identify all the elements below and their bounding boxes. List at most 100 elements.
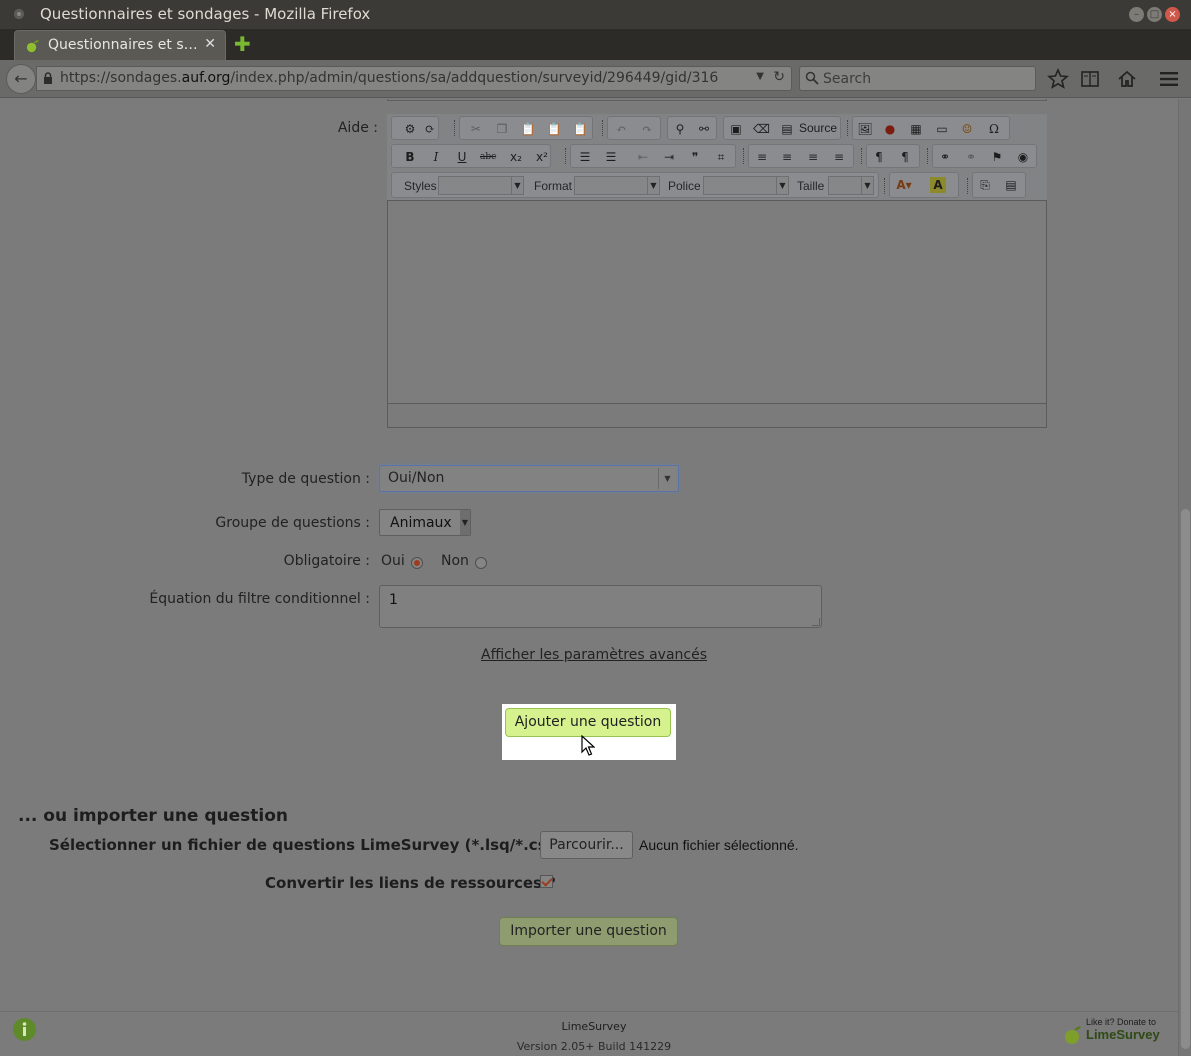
convert-links-checkbox[interactable] bbox=[540, 875, 553, 888]
search-bar[interactable] bbox=[799, 66, 1036, 91]
toolbar-separator bbox=[847, 120, 849, 136]
import-question-button[interactable]: Importer une question bbox=[499, 917, 678, 946]
styles-combo[interactable]: ▼ bbox=[438, 176, 524, 195]
toolbar-group-basicstyles: B I U abc x₂ x² bbox=[391, 144, 551, 168]
browse-button[interactable]: Parcourir... bbox=[540, 831, 633, 859]
paste-word-icon[interactable]: 📋 bbox=[572, 121, 588, 137]
url-history-dropdown-icon[interactable]: ▼ bbox=[756, 71, 764, 82]
globe-icon[interactable]: ◉ bbox=[1015, 149, 1031, 165]
bookmark-star-icon[interactable] bbox=[1047, 68, 1069, 90]
bulleted-list-icon[interactable]: ☰ bbox=[603, 149, 619, 165]
toolbar-group-undo: ↶ ↷ bbox=[607, 116, 661, 140]
minimize-button[interactable]: – bbox=[1129, 7, 1144, 22]
paste-text-icon[interactable]: 📋 bbox=[546, 121, 562, 137]
find-icon[interactable]: ⚲ bbox=[672, 121, 688, 137]
mandatory-no-label: Non bbox=[441, 553, 469, 569]
ltr-icon[interactable]: ¶ bbox=[871, 149, 887, 165]
text-color-icon[interactable]: A▾ bbox=[896, 177, 912, 193]
font-combo[interactable]: ▼ bbox=[703, 176, 789, 195]
resize-grip-icon[interactable] bbox=[812, 618, 820, 626]
chevron-down-icon: ▼ bbox=[511, 177, 523, 194]
advanced-settings-link[interactable]: Afficher les paramètres avancés bbox=[481, 647, 707, 663]
blockquote-icon[interactable]: ❞ bbox=[687, 149, 703, 165]
toolbar-separator bbox=[565, 148, 567, 164]
toolbar-group-styles: Styles ▼ Format ▼ Police ▼ Taille ▼ bbox=[391, 172, 879, 198]
mandatory-yes-radio[interactable] bbox=[411, 557, 423, 569]
reading-list-icon[interactable] bbox=[1079, 68, 1101, 90]
chevron-down-icon: ▼ bbox=[460, 510, 470, 535]
maximize-button[interactable]: □ bbox=[1147, 7, 1162, 22]
footer-version: Version 2.05+ Build 141229 bbox=[516, 1040, 672, 1053]
editor-content-area[interactable] bbox=[387, 200, 1047, 404]
templates-icon[interactable]: ⚙ bbox=[402, 121, 418, 137]
expression-icon[interactable]: ⟳ bbox=[422, 121, 438, 137]
scrollbar-thumb[interactable] bbox=[1181, 509, 1190, 1049]
align-justify-icon[interactable]: ≡ bbox=[831, 149, 847, 165]
outdent-icon[interactable]: ⇤ bbox=[635, 149, 651, 165]
toolbar-group-templates: ⚙ ⟳ bbox=[391, 116, 439, 140]
question-type-select[interactable]: Oui/Non ▼ bbox=[379, 465, 679, 492]
superscript-icon[interactable]: x² bbox=[534, 149, 550, 165]
source-button[interactable]: Source bbox=[799, 121, 837, 135]
table-icon[interactable]: ▦ bbox=[908, 121, 924, 137]
indent-icon[interactable]: ⇥ bbox=[661, 149, 677, 165]
remove-format-icon[interactable]: ⌫ bbox=[753, 121, 770, 137]
strike-icon[interactable]: abc bbox=[480, 149, 496, 165]
toolbar-group-insert: 🖼 ● ▦ ▭ ☺ Ω bbox=[852, 116, 1010, 140]
toolbar-group-align: ≡ ≡ ≡ ≡ bbox=[748, 144, 854, 168]
url-text[interactable]: https://sondages.auf.org/index.php/admin… bbox=[60, 70, 718, 86]
templates-doc-icon[interactable]: ▤ bbox=[1003, 177, 1019, 193]
reload-icon[interactable]: ↻ bbox=[773, 69, 785, 85]
police-label: Police bbox=[668, 179, 701, 193]
undo-icon[interactable]: ↶ bbox=[613, 121, 629, 137]
align-right-icon[interactable]: ≡ bbox=[805, 149, 821, 165]
tab-close-icon[interactable]: ✕ bbox=[204, 36, 216, 52]
paste-icon[interactable]: 📋 bbox=[520, 121, 536, 137]
back-button[interactable]: ← bbox=[6, 64, 36, 94]
align-left-icon[interactable]: ≡ bbox=[754, 149, 770, 165]
anchor-icon[interactable]: ⚑ bbox=[989, 149, 1005, 165]
mandatory-no-radio[interactable] bbox=[475, 557, 487, 569]
question-group-select[interactable]: Animaux ▼ bbox=[379, 509, 471, 536]
align-center-icon[interactable]: ≡ bbox=[779, 149, 795, 165]
image-icon[interactable]: 🖼 bbox=[857, 121, 873, 137]
donate-link[interactable]: Like it? Donate to LimeSurvey bbox=[1064, 1017, 1168, 1047]
search-input[interactable] bbox=[823, 69, 1028, 88]
source-icon[interactable]: ▤ bbox=[779, 121, 795, 137]
home-icon[interactable] bbox=[1116, 68, 1138, 90]
replace-icon[interactable]: ⚯ bbox=[696, 121, 712, 137]
filter-equation-textarea[interactable]: 1 bbox=[379, 585, 822, 628]
window-close-button[interactable]: × bbox=[1165, 7, 1180, 22]
redo-icon[interactable]: ↷ bbox=[639, 121, 655, 137]
hamburger-menu-icon[interactable] bbox=[1158, 68, 1180, 90]
tab-questionnaires[interactable]: Questionnaires et s… ✕ bbox=[14, 30, 226, 60]
italic-icon[interactable]: I bbox=[428, 149, 444, 165]
format-combo[interactable]: ▼ bbox=[574, 176, 660, 195]
mouse-cursor-icon bbox=[581, 735, 595, 756]
div-container-icon[interactable]: ⌗ bbox=[713, 149, 729, 165]
window-menu-icon[interactable] bbox=[14, 9, 24, 19]
smiley-icon[interactable]: ☺ bbox=[959, 121, 975, 137]
chevron-down-icon: ▼ bbox=[647, 177, 659, 194]
select-all-icon[interactable]: ▣ bbox=[728, 121, 744, 137]
size-combo[interactable]: ▼ bbox=[828, 176, 874, 195]
new-tab-button[interactable]: ✚ bbox=[234, 34, 251, 54]
subscript-icon[interactable]: x₂ bbox=[508, 149, 524, 165]
background-color-icon[interactable]: A bbox=[930, 177, 946, 193]
bold-icon[interactable]: B bbox=[402, 149, 418, 165]
copy-icon[interactable]: ❐ bbox=[494, 121, 510, 137]
add-question-button[interactable]: Ajouter une question bbox=[505, 708, 671, 737]
preview-icon[interactable]: ⎘ bbox=[977, 177, 993, 193]
underline-icon[interactable]: U bbox=[454, 149, 470, 165]
page-scrollbar[interactable] bbox=[1178, 99, 1191, 1056]
flash-icon[interactable]: ● bbox=[882, 121, 898, 137]
unlink-icon[interactable]: ⚭ bbox=[963, 149, 979, 165]
special-char-icon[interactable]: Ω bbox=[986, 121, 1002, 137]
link-icon[interactable]: ⚭ bbox=[937, 149, 953, 165]
rtl-icon[interactable]: ¶ bbox=[897, 149, 913, 165]
cut-icon[interactable]: ✂ bbox=[468, 121, 484, 137]
horizontal-rule-icon[interactable]: ▭ bbox=[934, 121, 950, 137]
footer-app-name: LimeSurvey bbox=[561, 1020, 627, 1033]
numbered-list-icon[interactable]: ☰ bbox=[577, 149, 593, 165]
url-bar[interactable]: https://sondages.auf.org/index.php/admin… bbox=[36, 66, 792, 91]
